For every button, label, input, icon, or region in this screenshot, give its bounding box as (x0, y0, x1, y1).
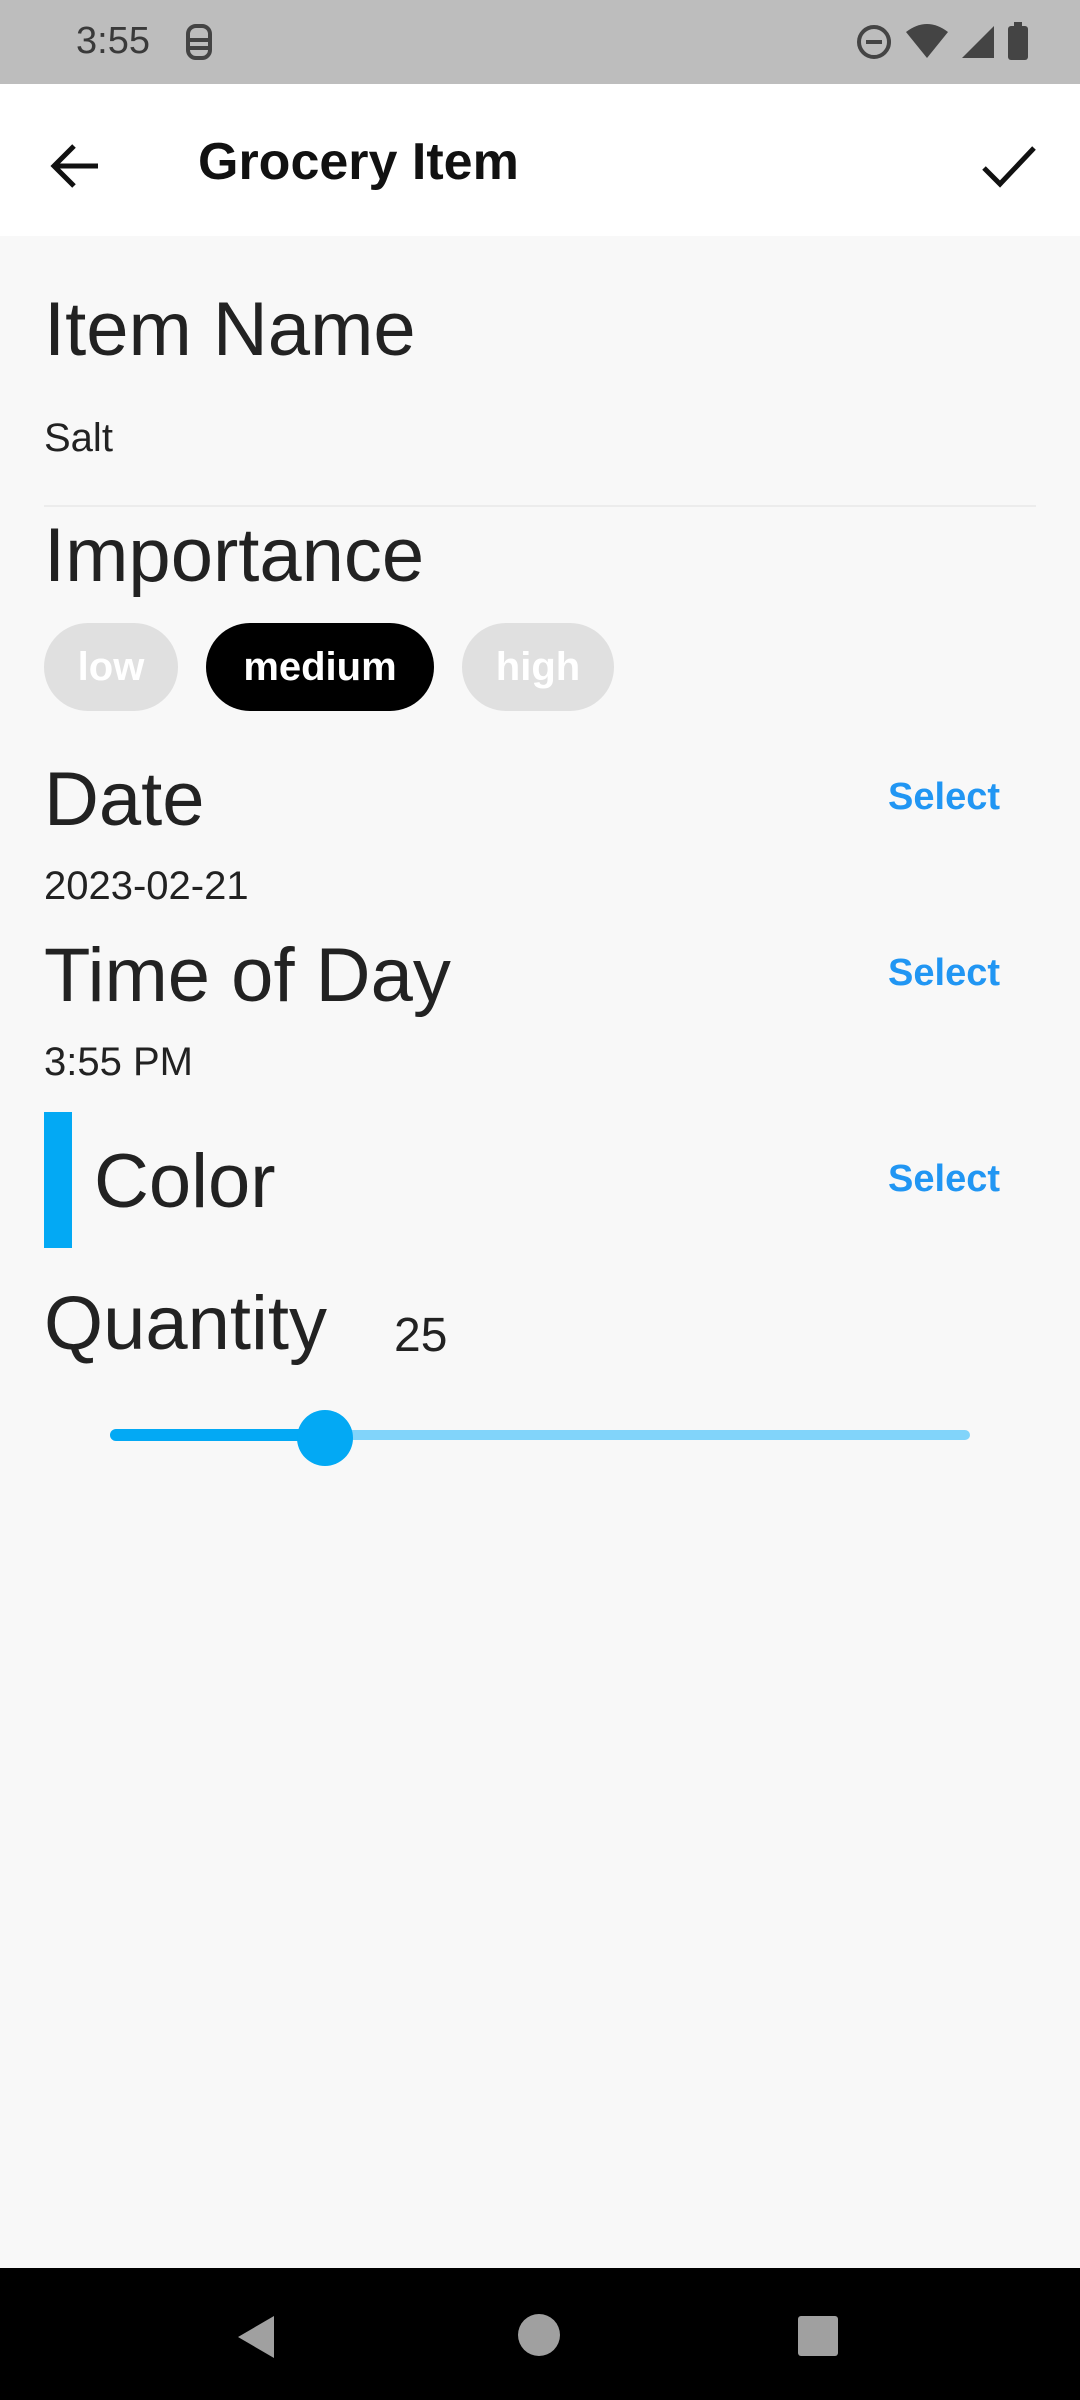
check-icon (982, 146, 1036, 188)
system-nav-bar (0, 2268, 1080, 2400)
back-button[interactable] (40, 130, 112, 202)
status-time: 3:55 (76, 20, 150, 62)
arrow-back-icon (50, 144, 98, 188)
date-heading: Date (44, 757, 205, 842)
cellular-signal-icon (960, 22, 996, 67)
item-name-divider (44, 505, 1036, 507)
importance-chip-high[interactable]: high (462, 623, 614, 711)
importance-heading: Importance (44, 513, 425, 598)
slider-thumb[interactable] (297, 1410, 353, 1466)
time-select-button[interactable]: Select (888, 952, 1000, 995)
battery-icon (1006, 22, 1030, 67)
color-select-button[interactable]: Select (888, 1158, 1000, 1201)
app-bar: Grocery Item (0, 84, 1080, 236)
importance-chip-medium[interactable]: medium (206, 623, 434, 711)
time-value: 3:55 PM (44, 1040, 193, 1084)
date-value: 2023-02-21 (44, 864, 249, 908)
nav-recents-icon[interactable] (798, 2316, 838, 2356)
item-name-heading: Item Name (44, 287, 416, 372)
importance-chip-low[interactable]: low (44, 623, 178, 711)
time-of-day-heading: Time of Day (44, 933, 451, 1018)
quantity-slider[interactable] (110, 1410, 970, 1466)
item-name-field[interactable]: Salt (44, 416, 113, 461)
status-bar: 3:55 (0, 0, 1080, 84)
status-icons (854, 22, 1030, 67)
quantity-heading: Quantity (44, 1281, 328, 1366)
nav-home-icon[interactable] (518, 2314, 560, 2356)
date-select-button[interactable]: Select (888, 776, 1000, 819)
sim-card-icon (184, 22, 214, 67)
nav-back-icon[interactable] (236, 2314, 276, 2365)
color-heading: Color (94, 1139, 276, 1224)
quantity-value: 25 (394, 1309, 448, 1362)
save-button[interactable] (970, 130, 1048, 202)
page-title: Grocery Item (198, 133, 519, 191)
color-swatch (44, 1112, 72, 1248)
slider-fill (110, 1429, 325, 1441)
do-not-disturb-icon (854, 22, 894, 67)
wifi-icon (904, 22, 950, 67)
